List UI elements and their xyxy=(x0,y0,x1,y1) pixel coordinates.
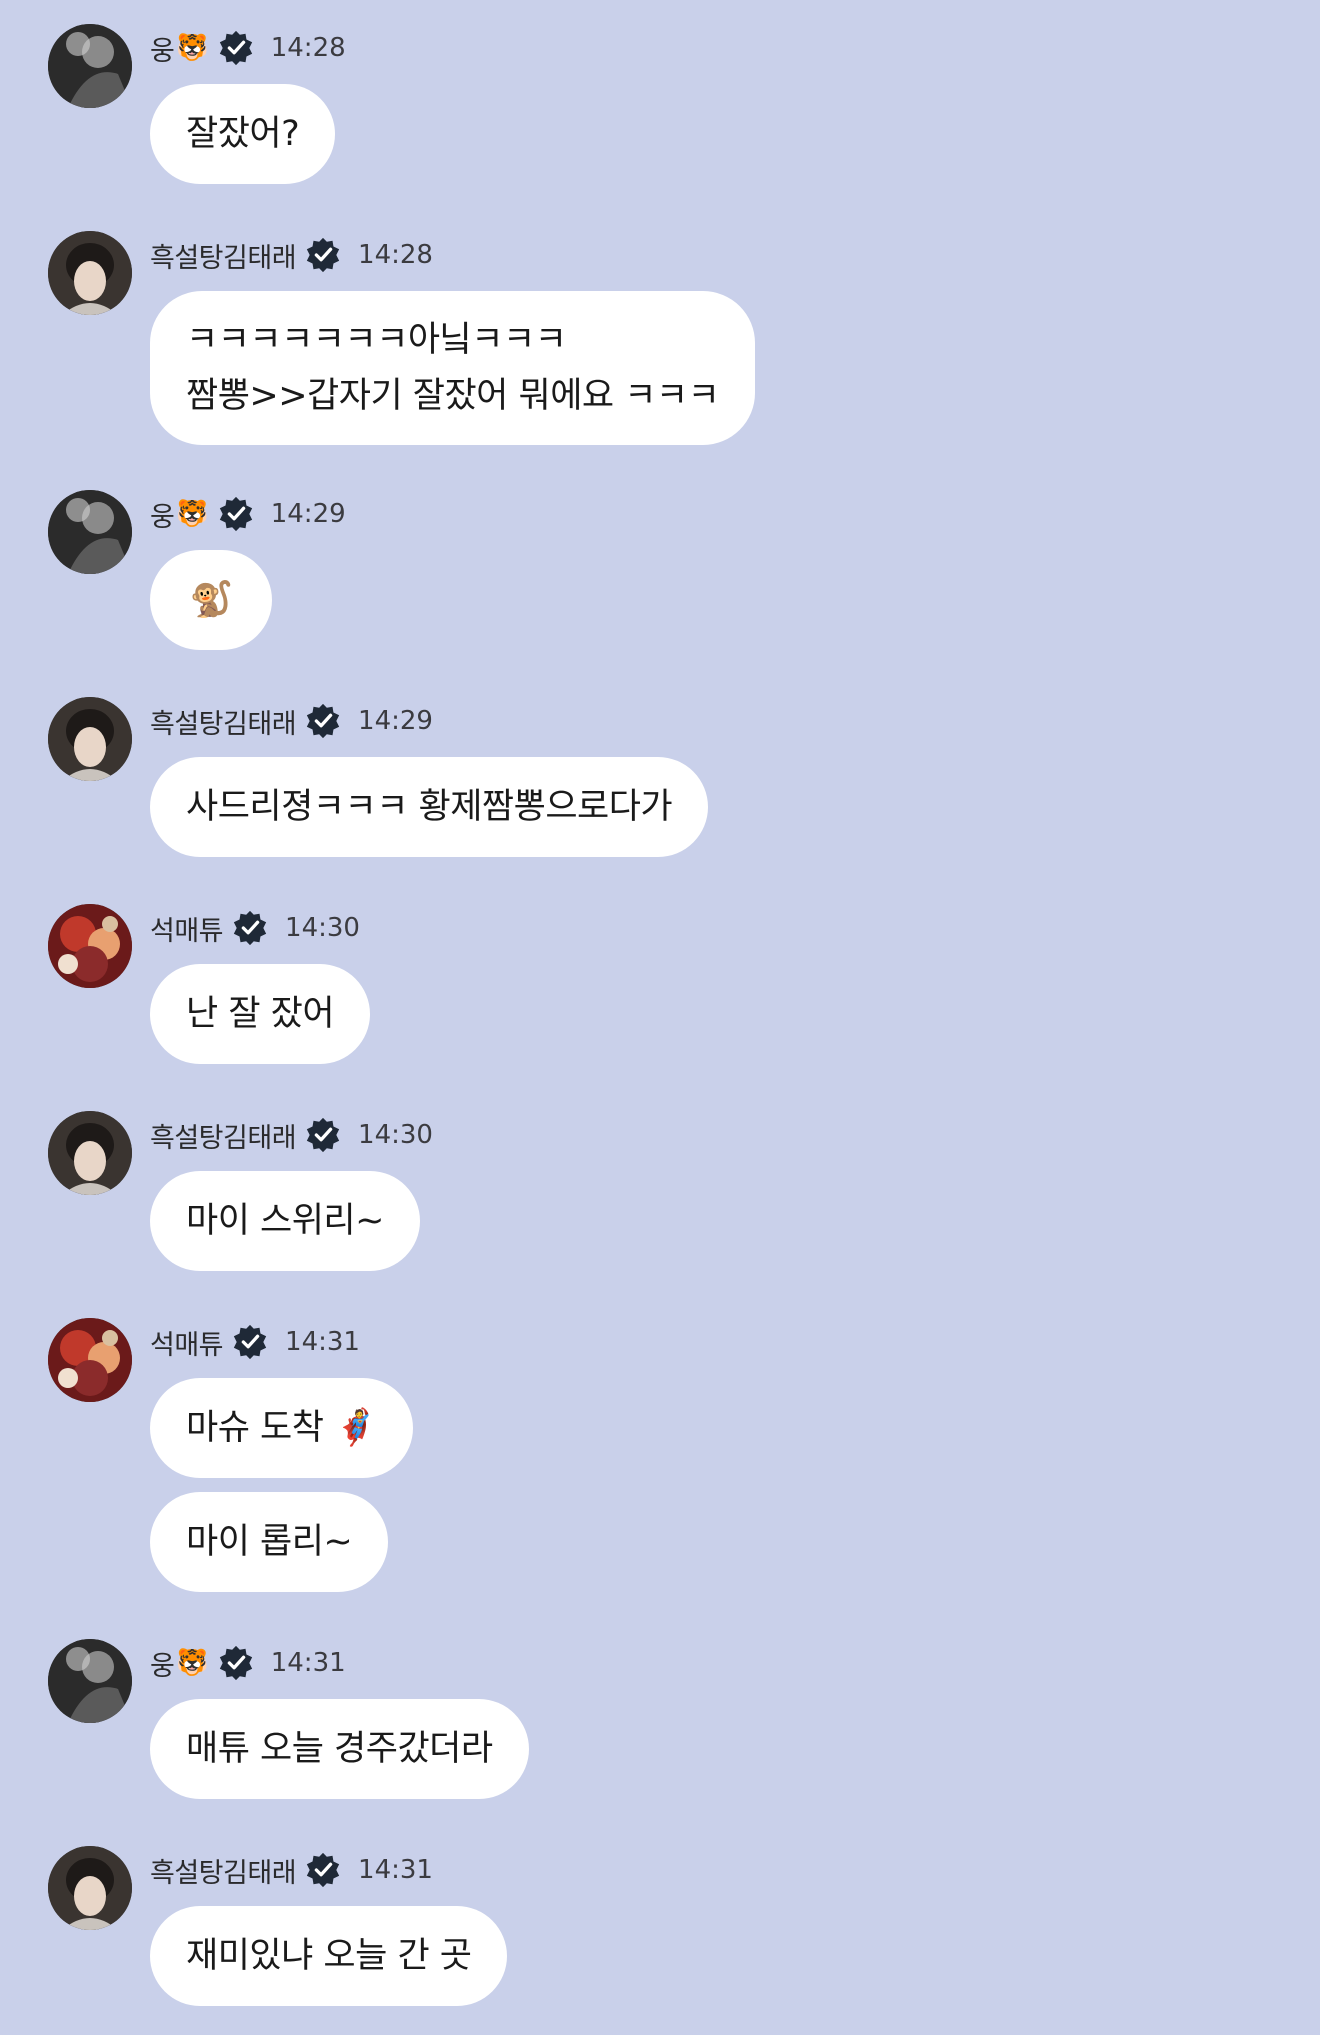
message-time: 14:31 xyxy=(285,1327,360,1357)
message-time: 14:30 xyxy=(358,1120,433,1150)
avatar-woong[interactable] xyxy=(48,1639,132,1723)
message-text: 사드리졍ㅋㅋㅋ 황제짬뽕으로다가 xyxy=(186,787,673,827)
message-meta: 웅 🐯 14:28 xyxy=(150,28,346,68)
verified-badge-icon xyxy=(233,1324,267,1360)
message-meta: 흑설탕김태래 14:30 xyxy=(150,1115,433,1155)
message-meta: 흑설탕김태래 14:28 xyxy=(150,235,433,275)
message-text: 재미있냐 오늘 간 곳 xyxy=(186,1936,472,1976)
monkey-emoji: 🐒 xyxy=(189,580,233,620)
verified-badge-icon xyxy=(219,1645,252,1681)
message-bubble[interactable]: 난 잘 잤어 xyxy=(150,964,371,1064)
message-meta: 흑설탕김태래 14:29 xyxy=(150,701,433,741)
message-time: 14:28 xyxy=(270,33,346,63)
sender-name[interactable]: 흑설탕김태래 xyxy=(150,236,297,275)
message-bubble[interactable]: 마이 롭리~ xyxy=(150,1492,389,1592)
sender-name[interactable]: 흑설탕김태래 xyxy=(150,1116,297,1155)
message-text: ㅋㅋㅋㅋㅋㅋㅋ아닠ㅋㅋㅋ xyxy=(186,320,567,360)
avatar-matthew[interactable] xyxy=(48,1318,132,1402)
sender-name[interactable]: 웅 xyxy=(150,1644,175,1683)
message-bubble[interactable]: 사드리졍ㅋㅋㅋ 황제짬뽕으로다가 xyxy=(150,757,709,857)
message-time: 14:28 xyxy=(358,240,433,270)
message-time: 14:30 xyxy=(285,913,360,943)
sender-name[interactable]: 흑설탕김태래 xyxy=(150,1851,297,1890)
sender-name[interactable]: 웅 xyxy=(150,29,175,68)
sender-name[interactable]: 석매튜 xyxy=(150,1323,224,1362)
message-bubble[interactable]: 마슈 도착 🦸 xyxy=(150,1378,414,1478)
message-time: 14:29 xyxy=(358,706,433,736)
avatar-taerae[interactable] xyxy=(48,697,132,781)
message-bubble[interactable]: 매튜 오늘 경주갔더라 xyxy=(150,1699,529,1799)
message-time: 14:29 xyxy=(270,499,346,529)
avatar-taerae[interactable] xyxy=(48,1846,132,1930)
avatar-taerae[interactable] xyxy=(48,231,132,315)
message-meta: 석매튜 14:30 xyxy=(150,908,360,948)
chat-thread[interactable]: 웅 🐯 14:28 잘잤어? 흑설탕김태래 14:28 ㅋㅋㅋㅋㅋㅋㅋ아닠ㅋㅋㅋ… xyxy=(0,0,1320,2035)
message-text: 마슈 도착 🦸 xyxy=(186,1408,378,1448)
tiger-emoji: 🐯 xyxy=(176,1648,209,1678)
message-bubble[interactable]: 🐒 xyxy=(150,550,272,650)
message-meta: 흑설탕김태래 14:31 xyxy=(150,1850,433,1890)
message-text: 잘잤어? xyxy=(186,114,300,154)
message-time: 14:31 xyxy=(358,1855,433,1885)
verified-badge-icon xyxy=(306,1852,340,1888)
message-text: 짬뽕>>갑자기 잘잤어 뭐에요 ㅋㅋㅋ xyxy=(186,376,720,416)
message-bubble[interactable]: 잘잤어? xyxy=(150,84,336,184)
tiger-emoji: 🐯 xyxy=(176,499,209,529)
message-meta: 웅 🐯 14:31 xyxy=(150,1643,346,1683)
avatar-woong[interactable] xyxy=(48,24,132,108)
message-meta: 웅 🐯 14:29 xyxy=(150,494,346,534)
verified-badge-icon xyxy=(306,1117,340,1153)
message-text: 마이 스위리~ xyxy=(186,1201,384,1241)
verified-badge-icon xyxy=(219,30,252,66)
verified-badge-icon xyxy=(306,237,340,273)
avatar-woong[interactable] xyxy=(48,490,132,574)
message-time: 14:31 xyxy=(270,1648,346,1678)
sender-name[interactable]: 석매튜 xyxy=(150,909,224,948)
sender-name[interactable]: 흑설탕김태래 xyxy=(150,702,297,741)
message-text: 매튜 오늘 경주갔더라 xyxy=(186,1729,493,1769)
verified-badge-icon xyxy=(219,496,252,532)
message-meta: 석매튜 14:31 xyxy=(150,1322,360,1362)
tiger-emoji: 🐯 xyxy=(176,33,209,63)
message-bubble[interactable]: 마이 스위리~ xyxy=(150,1171,420,1271)
avatar-matthew[interactable] xyxy=(48,904,132,988)
message-text: 난 잘 잤어 xyxy=(186,994,335,1034)
message-bubble[interactable]: 재미있냐 오늘 간 곳 xyxy=(150,1906,508,2006)
message-bubble[interactable]: ㅋㅋㅋㅋㅋㅋㅋ아닠ㅋㅋㅋ 짬뽕>>갑자기 잘잤어 뭐에요 ㅋㅋㅋ xyxy=(150,291,756,445)
verified-badge-icon xyxy=(233,910,267,946)
message-text: 마이 롭리~ xyxy=(186,1522,353,1562)
verified-badge-icon xyxy=(306,703,340,739)
sender-name[interactable]: 웅 xyxy=(150,495,175,534)
avatar-taerae[interactable] xyxy=(48,1111,132,1195)
